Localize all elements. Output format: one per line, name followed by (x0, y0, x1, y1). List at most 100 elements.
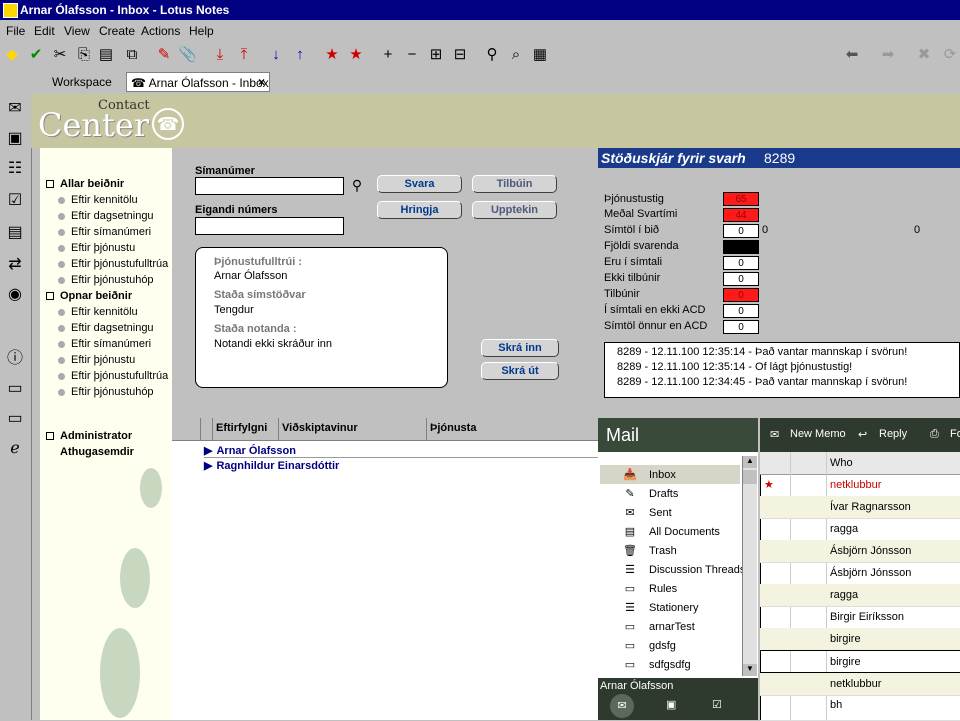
nav-item[interactable]: Eftir þjónustu (58, 354, 135, 366)
message-row[interactable]: birgire (760, 628, 960, 651)
new-memo-button[interactable]: New Memo (790, 428, 846, 440)
nav-group-all-requests[interactable]: Allar beiðnir (46, 178, 124, 190)
tab-inbox[interactable]: ☎ Arnar Ólafsson - Inbox (126, 72, 270, 92)
folder-drafts[interactable]: Drafts (649, 488, 678, 500)
nav-item[interactable]: Eftir þjónustufulltrúa (58, 258, 168, 270)
menu-help[interactable]: Help (189, 24, 214, 38)
ready-button[interactable]: Tilbúin (472, 175, 557, 193)
link-icon[interactable]: ⧉ (122, 45, 142, 65)
message-row[interactable]: Ásbjörn Jónsson (760, 562, 960, 585)
call-button[interactable]: Hringja (377, 201, 462, 219)
message-row[interactable]: Ásbjörn Jónsson (760, 540, 960, 563)
logout-button[interactable]: Skrá út (481, 362, 559, 380)
addressbook-bookmark-icon[interactable]: ☷ (4, 158, 26, 180)
menu-actions[interactable]: Actions (141, 24, 180, 38)
nav-item[interactable]: Eftir þjónustu (58, 242, 135, 254)
answer-button[interactable]: Svara (377, 175, 462, 193)
info-bookmark-icon[interactable]: ⓘ (4, 348, 26, 370)
phone-number-input[interactable] (195, 177, 344, 195)
folder-stationery[interactable]: Stationery (649, 602, 699, 614)
lookup-icon[interactable]: ⚲ (348, 177, 366, 195)
nav-item[interactable]: Eftir kennitölu (58, 306, 138, 318)
scroll-down-icon[interactable]: ▼ (743, 664, 757, 676)
nav-group-open-requests[interactable]: Opnar beiðnir (46, 290, 132, 302)
flashlight-icon[interactable]: ⚲ (482, 45, 502, 65)
scroll-up-icon[interactable]: ▲ (743, 456, 757, 468)
expand-all-icon[interactable]: ⊞ (426, 45, 446, 65)
nav-item[interactable]: Eftir þjónustufulltrúa (58, 370, 168, 382)
scroll-thumb[interactable] (743, 470, 757, 484)
move-up-icon[interactable]: ⤒ (234, 45, 254, 65)
nav-item[interactable]: Eftir dagsetningu (58, 210, 154, 222)
message-row[interactable]: ragga (760, 518, 960, 541)
copy-icon[interactable]: ⎘ (74, 45, 94, 65)
move-down-icon[interactable]: ⤓ (210, 45, 230, 65)
message-row[interactable]: birgire (760, 650, 960, 674)
folder-discussion-threads[interactable]: Discussion Threads (649, 564, 745, 576)
folder-scrollbar[interactable]: ▲ ▼ (742, 456, 757, 676)
column-followup[interactable]: Eftirfylgni (216, 422, 267, 434)
browser-bookmark-icon[interactable]: ℯ (4, 438, 26, 460)
binoculars-icon[interactable]: ⌕ (506, 45, 526, 65)
tab-workspace[interactable]: Workspace (52, 72, 118, 92)
folder-gdsfg[interactable]: gdsfg (649, 640, 676, 652)
message-row[interactable]: ragga (760, 584, 960, 607)
todo-bookmark-icon[interactable]: ☑ (4, 190, 26, 212)
expand-icon[interactable]: + (378, 45, 398, 65)
mail-view-icon[interactable]: ✉ (610, 694, 634, 718)
message-row[interactable]: Birgir Eiríksson (760, 606, 960, 629)
unread-down-icon[interactable]: ★ (322, 45, 342, 65)
paste-icon[interactable]: ▤ (96, 45, 116, 65)
column-service[interactable]: Þjónusta (430, 422, 476, 434)
forward-arrow-icon[interactable]: ➡ (878, 45, 898, 65)
diamond-icon[interactable]: ◆ (2, 45, 22, 65)
replicator-bookmark-icon[interactable]: ⇄ (4, 254, 26, 276)
pen-icon[interactable]: ✎ (154, 45, 174, 65)
view-row[interactable]: ▶ Ragnhildur Einarsdóttir (204, 459, 339, 472)
menu-create[interactable]: Create (99, 24, 135, 38)
forward-button[interactable]: Fo (950, 428, 960, 440)
databases-bookmark-icon[interactable]: ▤ (4, 222, 26, 244)
message-row[interactable]: Ívar Ragnarsson (760, 496, 960, 519)
menu-view[interactable]: View (64, 24, 90, 38)
chart-icon[interactable]: ▦ (530, 45, 550, 65)
close-tab-icon[interactable]: × (258, 72, 270, 92)
folder-trash[interactable]: Trash (649, 545, 677, 557)
nav-item[interactable]: Eftir símanúmeri (58, 338, 151, 350)
todo-view-icon[interactable]: ☑ (712, 698, 722, 711)
nav-item[interactable]: Eftir þjónustuhóp (58, 274, 154, 286)
checkmark-icon[interactable]: ✔ (26, 45, 46, 65)
menu-edit[interactable]: Edit (34, 24, 55, 38)
calendar-bookmark-icon[interactable]: ▣ (4, 128, 26, 150)
refresh-icon[interactable]: ⟳ (940, 45, 960, 65)
message-row[interactable]: netklubbur (760, 672, 960, 696)
folder-all-documents[interactable]: All Documents (649, 526, 720, 538)
folder-arnartest[interactable]: arnarTest (649, 621, 695, 633)
folder-sent[interactable]: Sent (649, 507, 672, 519)
back-arrow-icon[interactable]: ⬅ (842, 45, 862, 65)
folder-rules[interactable]: Rules (649, 583, 677, 595)
nav-item[interactable]: Eftir símanúmeri (58, 226, 151, 238)
column-customer[interactable]: Viðskiptavinur (282, 422, 358, 434)
message-row[interactable]: ★ netklubbur (760, 474, 960, 497)
scissors-icon[interactable]: ✂ (50, 45, 70, 65)
message-row[interactable]: bh (760, 694, 960, 721)
web-bookmark-icon[interactable]: ◉ (4, 284, 26, 306)
nav-item[interactable]: Eftir dagsetningu (58, 322, 154, 334)
folder-inbox[interactable]: Inbox (649, 469, 676, 481)
column-who[interactable]: Who (830, 457, 853, 469)
busy-button[interactable]: Upptekin (472, 201, 557, 219)
arrow-down-icon[interactable]: ↓ (266, 45, 286, 65)
folder-sdfgsdfg[interactable]: sdfgsdfg (649, 659, 691, 671)
stop-icon[interactable]: ✖ (914, 45, 934, 65)
folder-bookmark-icon[interactable]: ▭ (4, 378, 26, 400)
reply-button[interactable]: Reply (879, 428, 907, 440)
nav-item[interactable]: Eftir þjónustuhóp (58, 386, 154, 398)
menu-file[interactable]: File (6, 24, 25, 38)
attachment-icon[interactable]: 📎 (178, 45, 198, 65)
owner-input[interactable] (195, 217, 344, 235)
calendar-view-icon[interactable]: ▣ (666, 698, 676, 711)
login-button[interactable]: Skrá inn (481, 339, 559, 357)
collapse-icon[interactable]: − (402, 45, 422, 65)
collapse-all-icon[interactable]: ⊟ (450, 45, 470, 65)
